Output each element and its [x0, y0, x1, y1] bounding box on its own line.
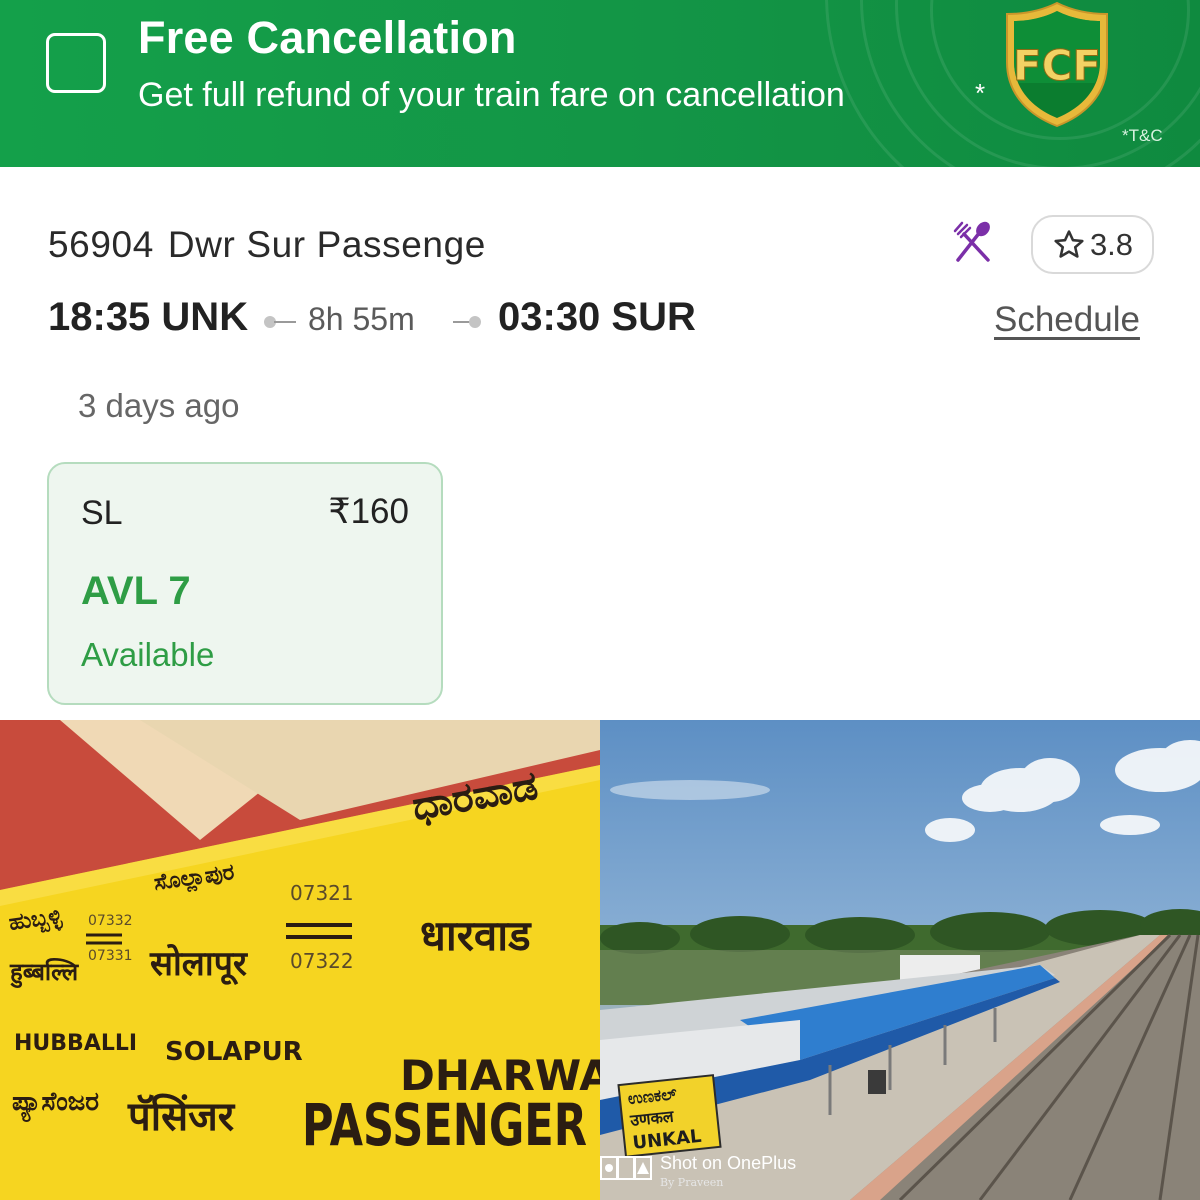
- departure-time: 18:35 UNK: [48, 295, 249, 339]
- watermark-author: By Praveen: [660, 1176, 724, 1189]
- destination-board-photo: ಧಾರವಾಡ ಸೊಲ್ಲಾಪುರ ಹುಬ್ಬಳ್ಳಿ 07332 07331 0…: [0, 720, 600, 1200]
- free-cancellation-banner: Free Cancellation Get full refund of you…: [0, 0, 1200, 167]
- availability-status: AVL 7: [81, 569, 191, 613]
- rating-value: 3.8: [1089, 226, 1134, 262]
- journey-duration: 8h 55m: [308, 301, 415, 337]
- board-english-passenger: PASSENGER: [302, 1091, 587, 1159]
- duration-line: [274, 321, 296, 323]
- banner-title: Free Cancellation: [138, 12, 517, 63]
- journey-timing: 18:35 UNK 8h 55m 03:30 SUR: [48, 295, 748, 351]
- schedule-link[interactable]: Schedule: [994, 300, 1140, 340]
- board-hindi-solapur: सोलापूर: [149, 943, 248, 986]
- board-english-solapur: SOLAPUR: [165, 1037, 303, 1067]
- rating-chip[interactable]: 3.8: [1031, 215, 1154, 274]
- train-name: Dwr Sur Passenge: [167, 224, 486, 265]
- free-cancellation-checkbox[interactable]: [46, 33, 106, 93]
- station-platform-photo: ಉಣಕಲ್ उणकल UNKAL: [600, 720, 1200, 1200]
- arrival-dot: [469, 316, 481, 328]
- fcf-shield-icon: FCF: [1006, 1, 1108, 128]
- train-number: 56904: [48, 224, 154, 265]
- fork-knife-icon: [953, 221, 990, 262]
- board-english-hubballi: HUBBALLI: [14, 1031, 137, 1056]
- board-hindi-passenger: पॅसिंजर: [127, 1093, 236, 1140]
- class-availability-card[interactable]: SL ₹160 AVL 7 Available: [47, 462, 443, 705]
- board-number-a-bottom: 07331: [88, 948, 133, 964]
- fcf-badge-text: FCF: [1013, 41, 1101, 90]
- board-number-b-top: 07321: [290, 881, 354, 905]
- availability-label: Available: [81, 636, 215, 673]
- train-title: 56904 Dwr Sur Passenge: [48, 224, 486, 266]
- oneplus-logo-icon: [600, 1156, 652, 1180]
- class-fare: ₹160: [328, 492, 409, 531]
- watermark-text: Shot on OnePlus: [660, 1153, 797, 1173]
- star-outline-icon: [1054, 229, 1084, 258]
- arrival-time: 03:30 SUR: [498, 295, 696, 339]
- board-hindi-hubballi: हुब्बल्लि: [9, 958, 80, 989]
- board-number-b-bottom: 07322: [290, 949, 354, 973]
- photo-watermark: Shot on OnePlus By Praveen: [600, 1150, 860, 1194]
- terms-link[interactable]: *T&C: [1122, 126, 1163, 146]
- class-code: SL: [81, 494, 123, 532]
- banner-asterisk: *: [975, 78, 986, 108]
- banner-subtitle: Get full refund of your train fare on ca…: [138, 76, 845, 114]
- board-number-a-top: 07332: [88, 913, 133, 929]
- station-platform-illustration: ಉಣಕಲ್ उणकल UNKAL: [600, 720, 1200, 1200]
- board-hindi-dharwad: धारवाड: [420, 911, 532, 960]
- last-updated: 3 days ago: [78, 387, 240, 424]
- destination-board-illustration: ಧಾರವಾಡ ಸೊಲ್ಲಾಪುರ ಹುಬ್ಬಳ್ಳಿ 07332 07331 0…: [0, 720, 600, 1200]
